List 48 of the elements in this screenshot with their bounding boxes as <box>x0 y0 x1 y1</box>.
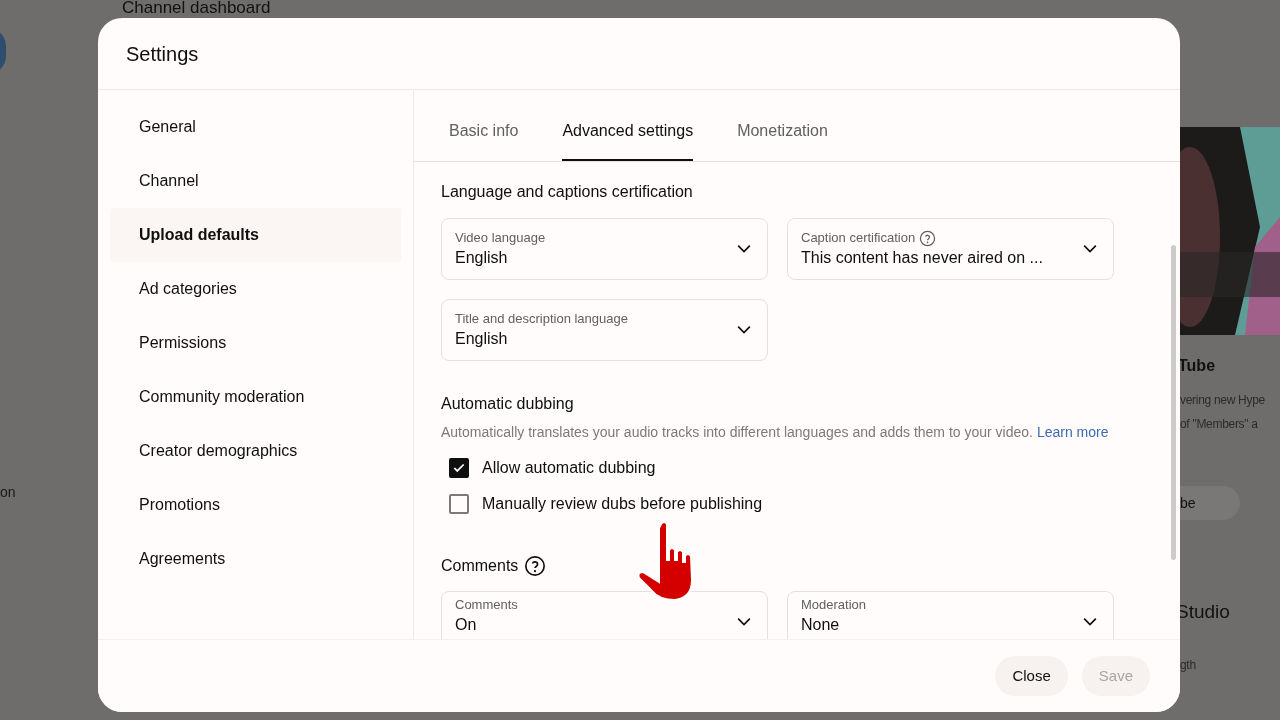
learn-more-link[interactable]: Learn more <box>1036 424 1109 440</box>
checkbox[interactable] <box>449 494 469 514</box>
chip[interactable]: be <box>1180 486 1240 520</box>
field-value: This content has never aired on ... <box>801 248 1044 268</box>
nav-item[interactable]: Ad categories <box>110 262 401 316</box>
nav-item[interactable]: Agreements <box>110 532 401 586</box>
field-value: None <box>801 615 841 635</box>
nav-item[interactable]: Community moderation <box>110 370 401 424</box>
section-description: Automatically translates your audio tracks into different languages and adds them to your video. Learn more <box>441 423 1110 442</box>
nav-item[interactable]: Permissions <box>110 316 401 370</box>
nav-item[interactable]: Promotions <box>110 478 401 532</box>
tab[interactable]: Basic info <box>449 103 519 161</box>
checkbox[interactable] <box>449 458 469 478</box>
checkbox-label: Allow automatic dubbing <box>482 458 656 478</box>
field-label: Moderation <box>801 596 867 614</box>
checkbox-label: Manually review dubs before publishing <box>482 494 763 514</box>
sidebar-text: on <box>0 483 16 502</box>
field-value: English <box>455 329 509 349</box>
card-text: of "Members" a <box>1180 416 1259 433</box>
field-value: On <box>455 615 478 635</box>
card-text: vering new Hype <box>1180 392 1265 409</box>
page-heading: Channel dashboard <box>122 0 271 16</box>
nav-item[interactable]: Channel <box>110 154 401 208</box>
field-label: Caption certification <box>801 229 916 247</box>
field-label: Title and description language <box>455 310 628 328</box>
nav-item[interactable]: Creator demographics <box>110 424 401 478</box>
dialog-title: Settings <box>126 41 199 67</box>
dropdown-field[interactable]: Comments On <box>441 591 768 639</box>
card-title: Tube <box>1178 356 1217 376</box>
section-title: Language and captions certification <box>441 182 694 202</box>
checkmark-icon <box>452 461 466 475</box>
card-text: gth <box>1180 656 1197 674</box>
tab[interactable]: Monetization <box>737 103 828 161</box>
dropdown-field[interactable]: Video language English <box>441 218 768 280</box>
tab[interactable]: Advanced settings <box>562 103 694 161</box>
help-icon[interactable] <box>919 229 937 247</box>
field-label: Video language <box>455 229 546 247</box>
dropdown-field[interactable]: Caption certification This content has never aired on ... <box>787 218 1114 280</box>
dropdown-field[interactable]: Moderation None <box>787 591 1114 639</box>
dropdown-field[interactable]: Title and description language English <box>441 299 768 361</box>
field-value: English <box>455 248 509 268</box>
section-title: Comments <box>441 556 519 576</box>
section-title: Automatic dubbing <box>441 394 575 414</box>
nav-item[interactable]: Upload defaults <box>110 208 401 262</box>
field-label: Comments <box>455 596 518 614</box>
help-icon[interactable] <box>524 555 547 577</box>
dialog-button[interactable]: Close <box>995 656 1068 696</box>
nav-item[interactable]: General <box>110 100 401 154</box>
